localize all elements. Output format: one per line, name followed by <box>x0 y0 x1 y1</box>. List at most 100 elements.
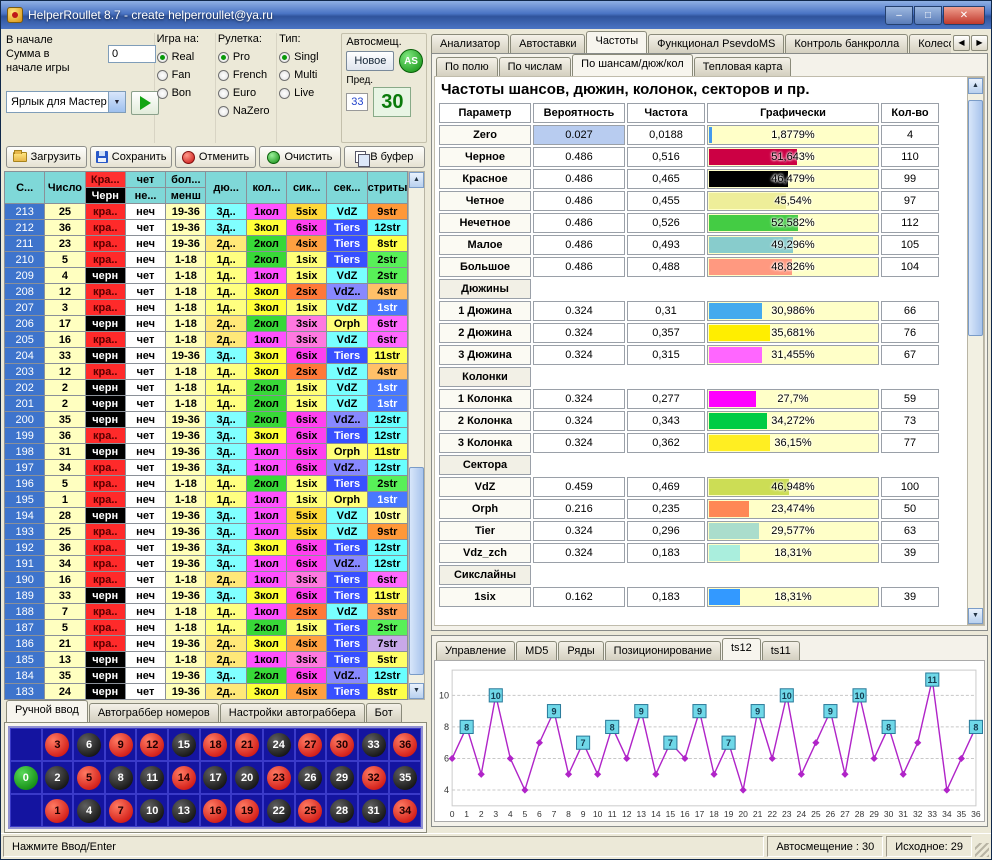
freq-row[interactable]: Нечетное0.4860,52652,582%112 <box>439 213 939 233</box>
clear-button[interactable]: Очистить <box>259 146 340 168</box>
number-cell-11[interactable]: 11 <box>136 761 168 794</box>
freq-col-header[interactable]: Вероятность <box>533 103 625 123</box>
series-tab-4[interactable]: ts12 <box>722 638 761 660</box>
col-subheader[interactable]: не... <box>125 188 165 204</box>
radio-euro[interactable]: Euro <box>218 84 274 102</box>
master-combo[interactable]: Ярлык для Мастер ▼ <box>6 91 126 113</box>
history-row[interactable]: 1875кра..неч1-181д..2кол1sixTiers2str <box>5 620 408 636</box>
scroll-up-icon[interactable]: ▲ <box>968 78 983 94</box>
freq-row[interactable]: 1 Колонка0.3240,27727,7%59 <box>439 389 939 409</box>
radio-singl[interactable]: Singl <box>279 48 335 66</box>
number-cell-19[interactable]: 19 <box>231 794 263 827</box>
history-row[interactable]: 18435черннеч19-363д..2кол6sixVdZ..12str <box>5 668 408 684</box>
history-row[interactable]: 20312кра..чет1-181д..3кол2sixVdZ4str <box>5 364 408 380</box>
history-row[interactable]: 20617черннеч1-182д..2кол3sixOrph6str <box>5 316 408 332</box>
radio-multi[interactable]: Multi <box>279 66 335 84</box>
number-cell-18[interactable]: 18 <box>200 728 232 761</box>
radio-pro[interactable]: Pro <box>218 48 274 66</box>
number-cell-25[interactable]: 25 <box>295 794 327 827</box>
number-cell-30[interactable]: 30 <box>326 728 358 761</box>
series-tab-0[interactable]: Управление <box>436 641 515 660</box>
history-row[interactable]: 20433черннеч19-363д..3кол6sixTiers11str <box>5 348 408 364</box>
number-cell-12[interactable]: 12 <box>136 728 168 761</box>
tab-scroll-right-icon[interactable]: ▶ <box>971 35 988 51</box>
history-row[interactable]: 2073кра..неч1-181д..3кол1sixVdZ1str <box>5 300 408 316</box>
history-row[interactable]: 18324чернчет19-362д..3кол4sixTiers8str <box>5 684 408 700</box>
freq-row[interactable]: Малое0.4860,49349,296%105 <box>439 235 939 255</box>
history-row[interactable]: 1965кра..неч1-181д..2кол1sixTiers2str <box>5 476 408 492</box>
history-scroll-thumb[interactable] <box>409 467 424 675</box>
sub-tab-1[interactable]: По числам <box>499 57 572 76</box>
new-button[interactable]: Новое <box>346 51 394 71</box>
history-row[interactable]: 18513черннеч1-182д..1кол3sixTiers5str <box>5 652 408 668</box>
undo-button[interactable]: Отменить <box>175 146 256 168</box>
number-cell-10[interactable]: 10 <box>136 794 168 827</box>
history-row[interactable]: 2094чернчет1-181д..1кол1sixVdZ2str <box>5 268 408 284</box>
col-header[interactable]: сик... <box>287 172 327 204</box>
number-cell-32[interactable]: 32 <box>358 761 390 794</box>
col-header[interactable]: сек... <box>327 172 367 204</box>
number-cell-26[interactable]: 26 <box>295 761 327 794</box>
freq-section-row[interactable]: Сектора <box>439 455 939 475</box>
number-cell-20[interactable]: 20 <box>231 761 263 794</box>
number-cell-9[interactable]: 9 <box>105 728 137 761</box>
scroll-down-icon[interactable]: ▼ <box>409 683 424 699</box>
col-header[interactable]: дю... <box>206 172 246 204</box>
col-header[interactable]: чет <box>125 172 165 188</box>
freq-row[interactable]: 2 Колонка0.3240,34334,272%73 <box>439 411 939 431</box>
freq-row[interactable]: VdZ0.4590,46946,948%100 <box>439 477 939 497</box>
series-tab-3[interactable]: Позиционирование <box>605 641 721 660</box>
col-header[interactable]: Кра... <box>85 172 125 188</box>
number-cell-16[interactable]: 16 <box>200 794 232 827</box>
freq-row[interactable]: 2 Дюжина0.3240,35735,681%76 <box>439 323 939 343</box>
freq-row[interactable]: Zero0.0270,01881,8779%4 <box>439 125 939 145</box>
title-bar[interactable]: HelperRoullet 8.7 - create helperroullet… <box>1 1 991 29</box>
history-row[interactable]: 19936кра..чет19-363д..3кол6sixTiers12str <box>5 428 408 444</box>
number-cell-6[interactable]: 6 <box>73 728 105 761</box>
history-row[interactable]: 19134кра..чет19-363д..1кол6sixVdZ..12str <box>5 556 408 572</box>
history-row[interactable]: 19428чернчет19-363д..1кол5sixVdZ10str <box>5 508 408 524</box>
number-cell-28[interactable]: 28 <box>326 794 358 827</box>
history-scrollbar[interactable]: ▲ ▼ <box>408 171 425 700</box>
col-header[interactable]: бол... <box>166 172 206 188</box>
radio-fan[interactable]: Fan <box>157 66 213 84</box>
main-tab-4[interactable]: Контроль банкролла <box>785 34 908 53</box>
number-cell-29[interactable]: 29 <box>326 761 358 794</box>
copy-button[interactable]: В буфер <box>344 146 425 168</box>
history-row[interactable]: 19236кра..чет19-363д..3кол6sixTiers12str <box>5 540 408 556</box>
maximize-button[interactable]: □ <box>914 6 942 25</box>
autoshift-badge[interactable]: AS <box>399 49 423 73</box>
col-subheader[interactable]: Черн <box>85 188 125 204</box>
freq-row[interactable]: Vdz_zch0.3240,18318,31%39 <box>439 543 939 563</box>
history-row[interactable]: 21123кра..неч19-362д..2кол4sixTiers8str <box>5 236 408 252</box>
freq-row[interactable]: Большое0.4860,48848,826%104 <box>439 257 939 277</box>
play-button[interactable] <box>131 91 159 115</box>
number-cell-15[interactable]: 15 <box>168 728 200 761</box>
radio-bon[interactable]: Bon <box>157 84 213 102</box>
number-cell-21[interactable]: 21 <box>231 728 263 761</box>
number-cell-27[interactable]: 27 <box>295 728 327 761</box>
radio-french[interactable]: French <box>218 66 274 84</box>
history-row[interactable]: 19325кра..неч19-363д..1кол5sixVdZ9str <box>5 524 408 540</box>
freq-col-header[interactable]: Графически <box>707 103 879 123</box>
history-row[interactable]: 2105кра..неч1-181д..2кол1sixTiers2str <box>5 252 408 268</box>
frequency-scroll-thumb[interactable] <box>968 100 983 336</box>
scroll-up-icon[interactable]: ▲ <box>409 172 424 188</box>
chevron-down-icon[interactable]: ▼ <box>108 92 125 112</box>
number-cell-24[interactable]: 24 <box>263 728 295 761</box>
input-tab-2[interactable]: Настройки автограббера <box>220 703 365 722</box>
scroll-down-icon[interactable]: ▼ <box>968 608 983 624</box>
series-tab-1[interactable]: MD5 <box>516 641 557 660</box>
history-row[interactable]: 2022чернчет1-181д..2кол1sixVdZ1str <box>5 380 408 396</box>
number-cell-23[interactable]: 23 <box>263 761 295 794</box>
col-header[interactable]: кол... <box>246 172 286 204</box>
number-cell-36[interactable]: 36 <box>389 728 421 761</box>
main-tab-3[interactable]: Функционал PsevdoMS <box>648 34 784 53</box>
history-row[interactable]: 2012чернчет1-181д..2кол1sixVdZ1str <box>5 396 408 412</box>
freq-row[interactable]: 1 Дюжина0.3240,3130,986%66 <box>439 301 939 321</box>
series-tab-2[interactable]: Ряды <box>558 641 603 660</box>
input-tab-0[interactable]: Ручной ввод <box>6 700 88 722</box>
input-tab-1[interactable]: Автограббер номеров <box>89 703 219 722</box>
col-header[interactable]: С... <box>5 172 45 204</box>
freq-row[interactable]: 1six0.1620,18318,31%39 <box>439 587 939 607</box>
